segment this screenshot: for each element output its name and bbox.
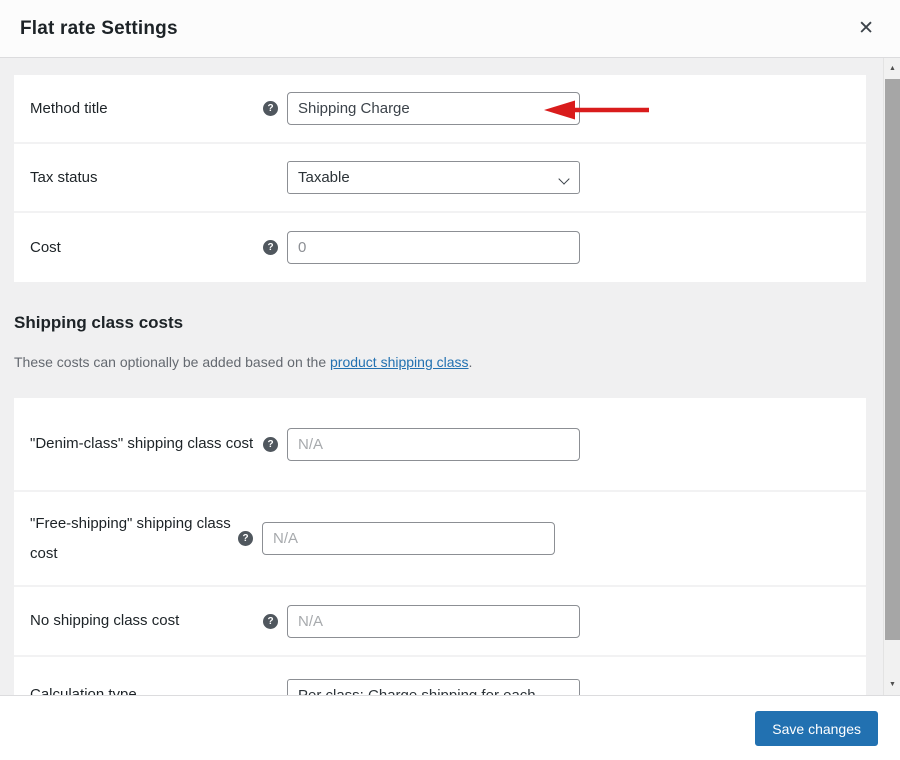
method-title-input[interactable] — [287, 92, 580, 125]
modal-footer: Save changes — [0, 695, 900, 760]
description-period: . — [468, 354, 473, 370]
help-icon[interactable]: ? — [263, 613, 278, 629]
denim-class-cost-input[interactable] — [287, 427, 580, 461]
no-shipping-class-row: No shipping class cost ? — [14, 587, 866, 657]
calculation-type-select[interactable]: Per class: Charge shipping for each — [287, 678, 580, 696]
cost-row: Cost ? — [14, 213, 866, 282]
method-title-row: Method title ? — [14, 75, 866, 144]
cost-input[interactable] — [287, 231, 580, 264]
product-shipping-class-link[interactable]: product shipping class — [330, 354, 469, 370]
shipping-class-costs-description: These costs can optionally be added base… — [14, 352, 866, 372]
general-settings-card: Method title ? Tax status Taxable Cost ? — [14, 75, 866, 282]
modal-title: Flat rate Settings — [20, 17, 178, 39]
settings-scroll-area[interactable]: Method title ? Tax status Taxable Cost ?… — [0, 58, 883, 695]
denim-class-label: "Denim-class" shipping class cost — [30, 435, 254, 452]
free-shipping-cost-input[interactable] — [262, 522, 555, 555]
scrollbar-thumb[interactable] — [885, 79, 900, 640]
close-icon[interactable]: ✕ — [854, 15, 878, 42]
description-text: These costs can optionally be added base… — [14, 354, 330, 370]
help-icon[interactable]: ? — [263, 101, 278, 116]
tax-status-select[interactable]: Taxable — [287, 161, 580, 194]
no-shipping-class-label: No shipping class cost — [30, 612, 180, 629]
save-changes-button[interactable]: Save changes — [755, 711, 878, 746]
modal-header: Flat rate Settings ✕ — [0, 0, 900, 58]
chevron-down-icon — [560, 173, 570, 183]
shipping-class-costs-card: "Denim-class" shipping class cost ? "Fre… — [14, 398, 866, 695]
free-shipping-label: "Free-shipping" shipping class cost — [30, 514, 231, 562]
help-icon[interactable]: ? — [263, 436, 278, 452]
denim-class-row: "Denim-class" shipping class cost ? — [14, 398, 866, 492]
calculation-type-value: Per class: Charge shipping for each — [298, 686, 536, 696]
tax-status-row: Tax status Taxable — [14, 144, 866, 213]
calculation-type-label: Calculation type — [30, 686, 137, 695]
tax-status-label: Tax status — [30, 168, 98, 186]
tax-status-value: Taxable — [298, 169, 350, 186]
no-shipping-class-cost-input[interactable] — [287, 604, 580, 638]
shipping-class-costs-heading: Shipping class costs — [14, 313, 184, 332]
scroll-down-icon[interactable]: ▼ — [884, 676, 900, 693]
help-icon[interactable]: ? — [263, 240, 278, 255]
cost-label: Cost — [30, 238, 61, 256]
scrollbar[interactable]: ▲ ▼ — [883, 58, 900, 695]
method-title-label: Method title — [30, 99, 108, 117]
free-shipping-row: "Free-shipping" shipping class cost ? — [14, 492, 866, 587]
calculation-type-row: Calculation type Per class: Charge shipp… — [14, 657, 866, 695]
scroll-up-icon[interactable]: ▲ — [884, 60, 900, 77]
help-icon[interactable]: ? — [238, 531, 253, 546]
